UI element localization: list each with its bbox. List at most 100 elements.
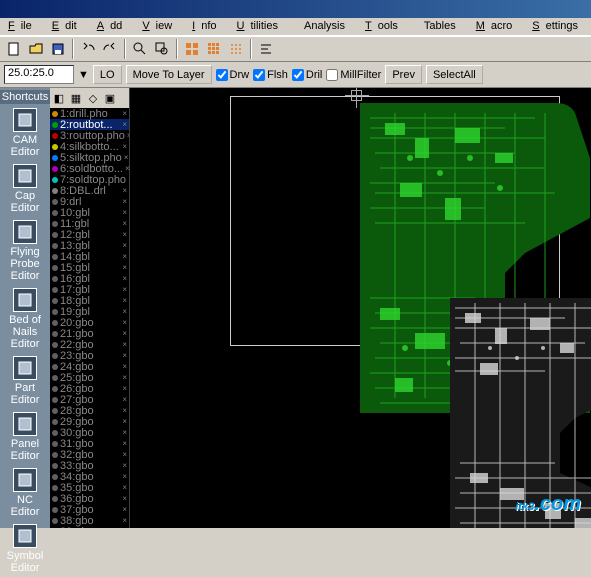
layer-row[interactable]: 6:soldbotto...× xyxy=(50,163,129,174)
shortcut-part[interactable]: Part Editor xyxy=(3,353,47,409)
layer-list[interactable]: 1:drill.pho×2:routbot...×3:routtop.pho×4… xyxy=(50,108,129,528)
layer-row[interactable]: 2:routbot...× xyxy=(50,119,129,130)
layer-row[interactable]: 26:gbo× xyxy=(50,383,129,394)
menu-utilities[interactable]: Utilities xyxy=(231,19,290,34)
layer-row[interactable]: 36:gbo× xyxy=(50,493,129,504)
move-to-layer-button[interactable]: Move To Layer xyxy=(126,65,212,84)
menu-analysis[interactable]: Analysis xyxy=(292,19,357,34)
layer-tool-3-icon[interactable]: ◇ xyxy=(85,90,101,106)
layer-row[interactable]: 25:gbo× xyxy=(50,372,129,383)
redo-icon[interactable] xyxy=(100,39,120,59)
dril-checkbox[interactable]: Dril xyxy=(292,69,323,81)
selectall-button[interactable]: SelectAll xyxy=(426,65,483,84)
layer-row[interactable]: 28:gbo× xyxy=(50,405,129,416)
menu-file[interactable]: File xyxy=(2,19,44,34)
shortcut-nails[interactable]: Bed of Nails Editor xyxy=(3,285,47,353)
layer-row[interactable]: 14:gbl× xyxy=(50,251,129,262)
shortcut-nc[interactable]: NC Editor xyxy=(3,465,47,521)
layer-row[interactable]: 10:gbl× xyxy=(50,207,129,218)
layer-row[interactable]: 17:gbl× xyxy=(50,284,129,295)
grid3-icon[interactable] xyxy=(226,39,246,59)
layer-color-icon xyxy=(52,463,58,469)
nc-icon xyxy=(13,468,37,492)
layer-x-icon: × xyxy=(122,406,127,415)
grid1-icon[interactable] xyxy=(182,39,202,59)
layer-tool-1-icon[interactable]: ◧ xyxy=(51,90,67,106)
layer-x-icon: × xyxy=(122,351,127,360)
undo-icon[interactable] xyxy=(78,39,98,59)
layer-row[interactable]: 12:gbl× xyxy=(50,229,129,240)
prev-button[interactable]: Prev xyxy=(385,65,422,84)
save-icon[interactable] xyxy=(48,39,68,59)
new-icon[interactable] xyxy=(4,39,24,59)
layer-x-icon: × xyxy=(122,384,127,393)
layer-tool-2-icon[interactable]: ▦ xyxy=(68,90,84,106)
layer-row[interactable]: 9:drl× xyxy=(50,196,129,207)
layer-row[interactable]: 8:DBL.drl× xyxy=(50,185,129,196)
menu-info[interactable]: Info xyxy=(186,19,228,34)
menu-edit[interactable]: Edit xyxy=(46,19,89,34)
layer-row[interactable]: 35:gbo× xyxy=(50,482,129,493)
panel-icon xyxy=(13,412,37,436)
layer-x-icon: × xyxy=(122,362,127,371)
layer-row[interactable]: 15:gbl× xyxy=(50,262,129,273)
layer-row[interactable]: 18:gbl× xyxy=(50,295,129,306)
layer-row[interactable]: 29:gbo× xyxy=(50,416,129,427)
shortcut-cam[interactable]: CAM Editor xyxy=(3,105,47,161)
layer-row[interactable]: 4:silkbotto...× xyxy=(50,141,129,152)
layer-row[interactable]: 38:gbo× xyxy=(50,515,129,526)
layer-row[interactable]: 30:gbo× xyxy=(50,427,129,438)
layer-row[interactable]: 19:gbl× xyxy=(50,306,129,317)
layer-row[interactable]: 32:gbo× xyxy=(50,449,129,460)
menu-view[interactable]: View xyxy=(136,19,184,34)
flsh-checkbox[interactable]: Flsh xyxy=(253,69,288,81)
coord-combo[interactable]: 25.0:25.0 xyxy=(4,65,74,84)
layer-row[interactable]: 24:gbo× xyxy=(50,361,129,372)
layer-row[interactable]: 3:routtop.pho× xyxy=(50,130,129,141)
shortcut-probe[interactable]: Flying Probe Editor xyxy=(3,217,47,285)
layer-color-icon xyxy=(52,232,58,238)
shortcut-symbol[interactable]: Symbol Editor xyxy=(3,521,47,577)
layer-row[interactable]: 7:soldtop.pho× xyxy=(50,174,129,185)
menu-tools[interactable]: Tools xyxy=(359,19,410,34)
layer-x-icon: × xyxy=(122,307,127,316)
layer-tool-4-icon[interactable]: ▣ xyxy=(102,90,118,106)
canvas-viewport[interactable]: itk3.com xyxy=(130,88,591,528)
open-icon[interactable] xyxy=(26,39,46,59)
shortcuts-sidebar: Shortcuts CAM EditorCap EditorFlying Pro… xyxy=(0,88,50,528)
align-icon[interactable] xyxy=(256,39,276,59)
layer-color-icon xyxy=(52,221,58,227)
menu-add[interactable]: Add xyxy=(91,19,135,34)
layer-x-icon: × xyxy=(122,285,127,294)
layer-row[interactable]: 31:gbo× xyxy=(50,438,129,449)
layer-row[interactable]: 37:gbo× xyxy=(50,504,129,515)
layer-color-icon xyxy=(52,243,58,249)
layer-row[interactable]: 21:gbo× xyxy=(50,328,129,339)
lo-button[interactable]: LO xyxy=(93,65,122,84)
millfilter-checkbox[interactable]: MillFilter xyxy=(326,69,381,81)
layer-row[interactable]: 33:gbo× xyxy=(50,460,129,471)
layer-row[interactable]: 16:gbl× xyxy=(50,273,129,284)
menu-tables[interactable]: Tables xyxy=(412,19,468,34)
layer-row[interactable]: 20:gbo× xyxy=(50,317,129,328)
shortcut-cap[interactable]: Cap Editor xyxy=(3,161,47,217)
menu-settings[interactable]: Settings xyxy=(526,19,590,34)
layer-row[interactable]: 13:gbl× xyxy=(50,240,129,251)
zoom-window-icon[interactable] xyxy=(152,39,172,59)
zoom-icon[interactable] xyxy=(130,39,150,59)
layer-row[interactable]: 34:gbo× xyxy=(50,471,129,482)
shortcut-label: NC Editor xyxy=(3,494,47,518)
shortcut-label: Part Editor xyxy=(3,382,47,406)
layer-row[interactable]: 5:silktop.pho× xyxy=(50,152,129,163)
layer-row[interactable]: 11:gbl× xyxy=(50,218,129,229)
drw-checkbox[interactable]: Drw xyxy=(216,69,250,81)
layer-row[interactable]: 1:drill.pho× xyxy=(50,108,129,119)
pcb-white-layer xyxy=(445,293,591,528)
menu-macro[interactable]: Macro xyxy=(470,19,525,34)
layer-row[interactable]: 22:gbo× xyxy=(50,339,129,350)
dropdown-icon[interactable]: ▼ xyxy=(78,69,89,81)
layer-row[interactable]: 23:gbo× xyxy=(50,350,129,361)
shortcut-panel[interactable]: Panel Editor xyxy=(3,409,47,465)
grid2-icon[interactable] xyxy=(204,39,224,59)
layer-row[interactable]: 27:gbo× xyxy=(50,394,129,405)
